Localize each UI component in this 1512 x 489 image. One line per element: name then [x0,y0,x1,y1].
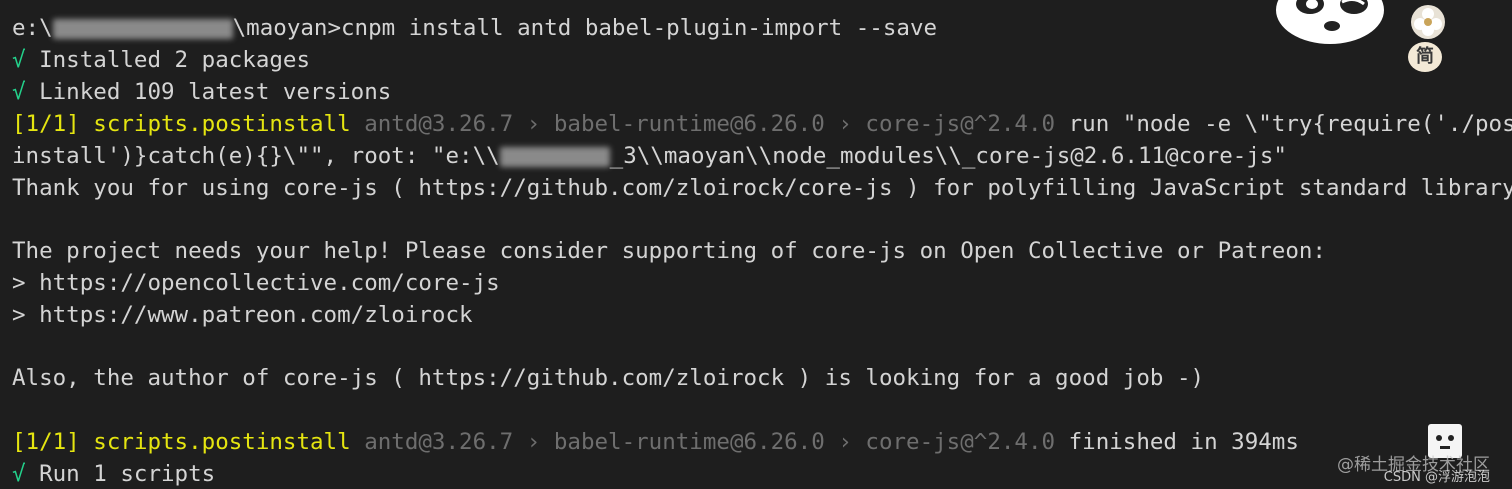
prompt-command: \maoyan>cnpm install antd babel-plugin-i… [232,15,938,41]
terminal-output[interactable]: e:\ \maoyan>cnpm install antd babel-plugi… [0,0,1512,489]
finished-text: finished in 394ms [1055,429,1299,455]
author-line: Also, the author of core-js ( https://gi… [12,365,1205,391]
root-suffix: _3\\maoyan\\node_modules\\_core-js@2.6.1… [609,143,1287,169]
dependency-path: antd@3.26.7 › babel-runtime@6.26.0 › cor… [350,111,1056,137]
postinstall-finished-line: [1/1] scripts.postinstall antd@3.26.7 › … [12,426,1299,458]
script-tag: [1/1] scripts.postinstall [12,111,351,137]
postinstall-run-line: [1/1] scripts.postinstall antd@3.26.7 › … [12,108,1512,140]
flower-icon [1411,5,1445,39]
root-prefix: install')}catch(e){}\"", root: "e:\\ [12,143,500,169]
check-icon: √ [12,47,26,73]
watermark-csdn: CSDN @浮游泡泡 [1383,470,1490,485]
check-icon: √ [12,79,26,105]
installed-line: √ Installed 2 packages [12,44,310,76]
opencollective-link: > https://opencollective.com/core-js [12,270,500,296]
run-scripts-text: Run 1 scripts [25,461,216,487]
patreon-link: > https://www.patreon.com/zloirock [12,302,473,328]
root-line: install')}catch(e){}\"", root: "e:\\ _3\\… [12,140,1287,172]
thank-you-line: Thank you for using core-js ( https://gi… [12,175,1512,201]
redacted-path [499,146,610,167]
prompt-drive: e:\ [12,15,53,41]
run-command: run "node -e \"try{require('./post [1055,111,1512,137]
script-tag: [1/1] scripts.postinstall [12,429,351,455]
installed-text: Installed 2 packages [25,47,311,73]
dependency-path: antd@3.26.7 › babel-runtime@6.26.0 › cor… [350,429,1056,455]
linked-line: √ Linked 109 latest versions [12,76,391,108]
command-line: e:\ \maoyan>cnpm install antd babel-plugi… [12,12,937,44]
panda-sticker-icon [1276,0,1384,44]
help-line: The project needs your help! Please cons… [12,238,1326,264]
linked-text: Linked 109 latest versions [25,79,392,105]
run-scripts-line: √ Run 1 scripts [12,458,215,489]
redacted-path [52,18,233,39]
check-icon: √ [12,461,26,487]
simplified-chinese-badge[interactable]: 简 [1408,42,1442,72]
